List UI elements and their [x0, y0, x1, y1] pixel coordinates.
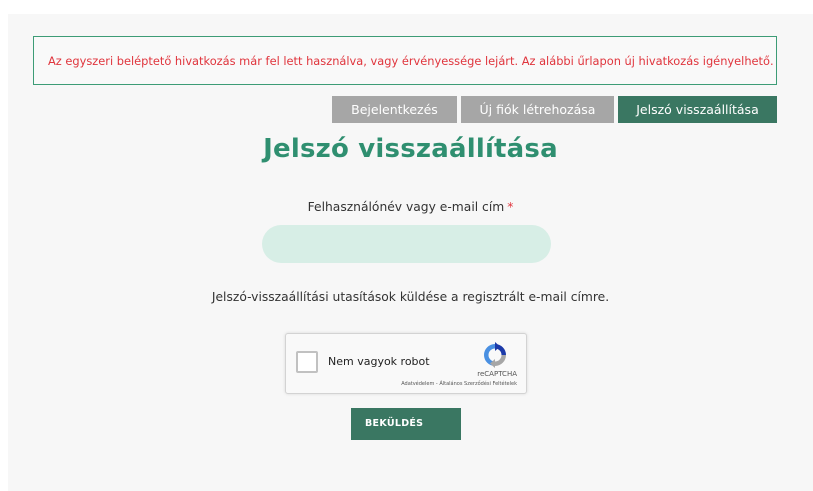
recaptcha-links: Adatvédelem - Általános Szerződési Felté… [401, 381, 517, 387]
submit-button[interactable]: BEKÜLDÉS [351, 408, 461, 440]
page-container: Az egyszeri beléptető hivatkozás már fel… [8, 14, 813, 491]
recaptcha-checkbox[interactable] [296, 351, 318, 373]
recaptcha-label: Nem vagyok robot [328, 355, 430, 368]
account-tabs: Bejelentkezés Új fiók létrehozása Jelszó… [332, 96, 777, 123]
recaptcha-widget: Nem vagyok robot reCAPTCHA Adatvédelem -… [285, 333, 527, 394]
error-message: Az egyszeri beléptető hivatkozás már fel… [33, 36, 777, 85]
required-marker: * [507, 200, 514, 214]
tab-register[interactable]: Új fiók létrehozása [461, 96, 614, 123]
recaptcha-privacy-link[interactable]: Adatvédelem [401, 381, 434, 387]
reset-instructions: Jelszó-visszaállítási utasítások küldése… [211, 290, 610, 304]
recaptcha-terms-link[interactable]: Általános Szerződési Feltételek [439, 381, 517, 387]
username-email-input[interactable] [262, 225, 551, 263]
page-title: Jelszó visszaállítása [263, 134, 558, 164]
tab-login[interactable]: Bejelentkezés [332, 96, 457, 123]
tab-password-reset[interactable]: Jelszó visszaállítása [618, 96, 777, 123]
username-label-text: Felhasználónév vagy e-mail cím [307, 200, 505, 214]
recaptcha-logo-icon [484, 342, 506, 368]
error-message-text: Az egyszeri beléptető hivatkozás már fel… [48, 53, 774, 68]
recaptcha-brand: reCAPTCHA [477, 370, 517, 378]
username-label: Felhasználónév vagy e-mail cím * [8, 200, 813, 214]
